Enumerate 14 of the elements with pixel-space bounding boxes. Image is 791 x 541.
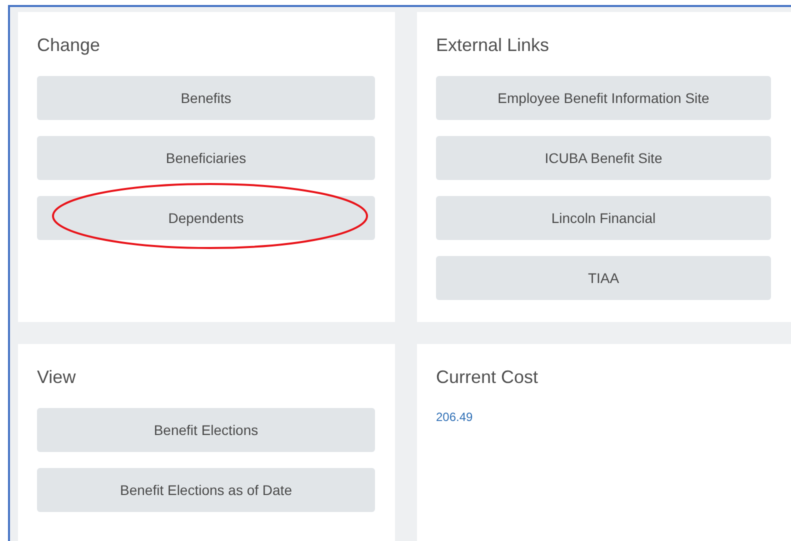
- link-button[interactable]: Benefit Elections as of Date: [37, 468, 375, 512]
- link-button[interactable]: Beneficiaries: [37, 136, 375, 180]
- card-title: Change: [37, 35, 100, 55]
- link-button[interactable]: ICUBA Benefit Site: [436, 136, 771, 180]
- link-button[interactable]: TIAA: [436, 256, 771, 300]
- link-button[interactable]: Employee Benefit Information Site: [436, 76, 771, 120]
- link-button[interactable]: Lincoln Financial: [436, 196, 771, 240]
- card-title: External Links: [436, 35, 550, 55]
- link-button[interactable]: Benefits: [37, 76, 375, 120]
- link-button[interactable]: Benefit Elections: [37, 408, 375, 452]
- link-button[interactable]: Dependents: [37, 196, 375, 240]
- card-title: Current Cost: [436, 367, 538, 387]
- cost-value[interactable]: 206.49: [436, 410, 473, 424]
- card-title: View: [37, 367, 76, 387]
